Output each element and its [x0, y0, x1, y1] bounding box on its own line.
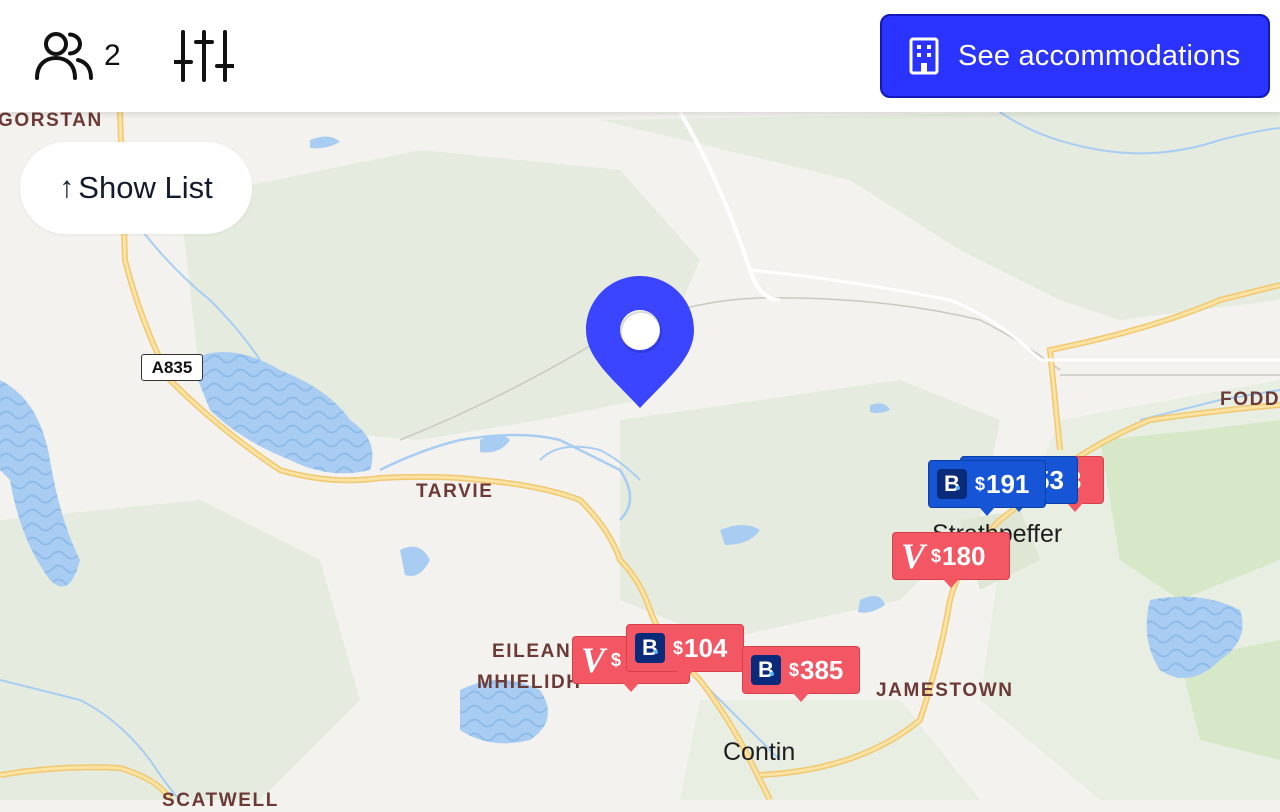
users-icon — [35, 32, 93, 80]
price-marker-booking[interactable]: B $104 — [626, 624, 744, 680]
town-label-contin: Contin — [723, 738, 796, 766]
place-label-eilean: EILEAN — [492, 641, 572, 662]
show-list-button[interactable]: ↑ Show List — [20, 142, 252, 234]
marker-price: 104 — [684, 632, 728, 663]
top-bar: 2 See accommodations — [0, 0, 1280, 112]
booking-logo-icon: B — [635, 633, 665, 663]
vrbo-logo-icon: V — [581, 640, 606, 680]
marker-price: 180 — [942, 540, 986, 571]
guests-button[interactable]: 2 — [34, 30, 121, 82]
marker-price: 191 — [986, 468, 1030, 499]
map-canvas[interactable]: A835 GORSTAN Garve TARVIE EILEAN MHIELID… — [0, 0, 1280, 811]
price-marker-booking[interactable]: B $385 — [742, 646, 860, 702]
show-list-label: Show List — [78, 170, 213, 205]
sliders-icon — [173, 30, 235, 82]
place-label-gorstan: GORSTAN — [0, 110, 103, 131]
booking-logo-icon: B — [751, 655, 781, 685]
place-label-tarvie: TARVIE — [416, 481, 494, 502]
see-accommodations-button[interactable]: See accommodations — [880, 14, 1270, 98]
see-accommodations-label: See accommodations — [958, 39, 1241, 72]
building-icon — [908, 37, 940, 75]
filters-button[interactable] — [173, 30, 235, 82]
place-label-mhielidh: MHIELIDH — [477, 672, 582, 693]
place-label-scatwell: SCATWELL — [162, 790, 279, 811]
arrow-up-icon: ↑ — [59, 171, 75, 204]
road-shield-a835: A835 — [141, 354, 203, 381]
vrbo-logo-icon: V — [901, 536, 926, 576]
booking-logo-icon: B — [937, 469, 967, 499]
price-marker-vrbo[interactable]: V $180 — [892, 532, 1010, 588]
marker-price: 385 — [800, 654, 844, 685]
price-marker-booking[interactable]: B $191 — [928, 460, 1046, 516]
place-label-jamestown: JAMESTOWN — [876, 680, 1014, 701]
place-label-fodderty: FODDE — [1220, 389, 1280, 410]
location-pin-icon[interactable] — [584, 274, 696, 410]
guests-count: 2 — [104, 39, 121, 72]
